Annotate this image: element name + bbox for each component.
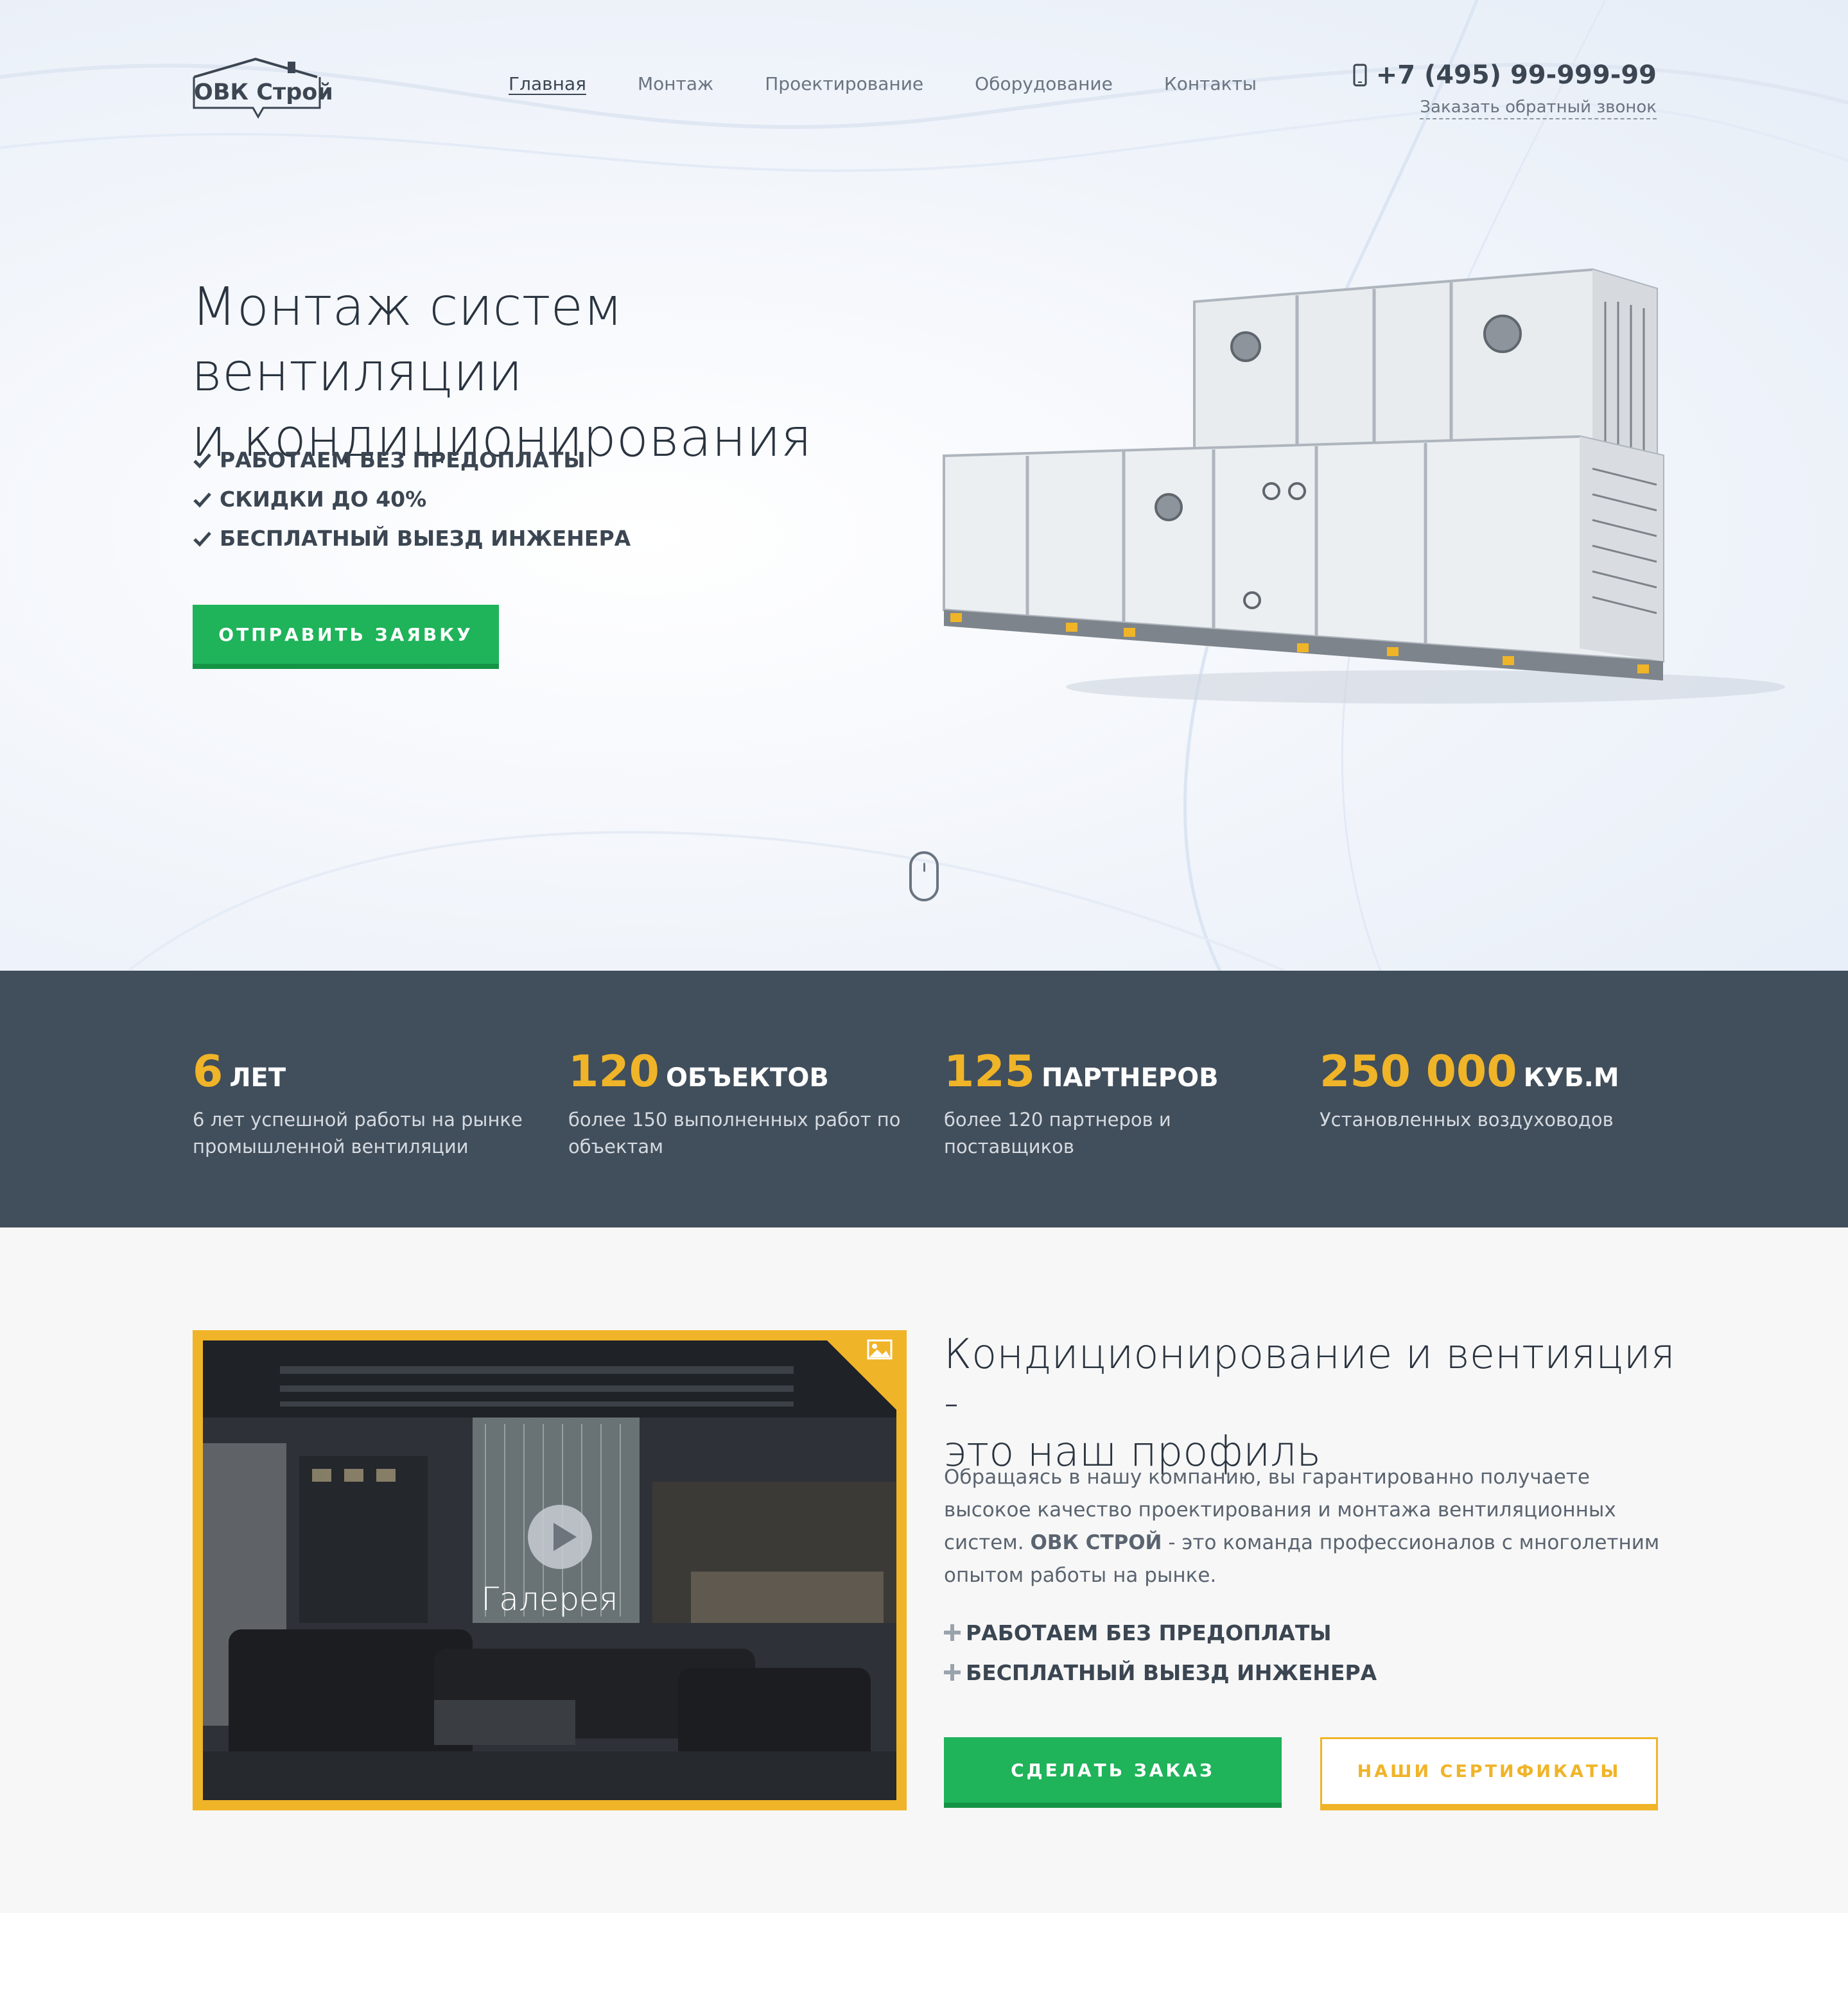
gallery-interior-image	[203, 1340, 896, 1800]
hero-benefit-item: РАБОТАЕМ БЕЗ ПРЕДОПЛАТЫ	[193, 440, 631, 480]
image-icon	[867, 1339, 893, 1360]
logo[interactable]: ОВК Строй	[191, 57, 333, 119]
mobile-phone-icon	[1353, 64, 1367, 87]
nav-item-installation[interactable]: Монтаж	[638, 73, 713, 94]
stat-unit: ЛЕТ	[229, 1063, 286, 1093]
stat-number: 125	[944, 1046, 1035, 1097]
hero-benefits-list: РАБОТАЕМ БЕЗ ПРЕДОПЛАТЫ СКИДКИ ДО 40% БЕ…	[193, 440, 631, 558]
stat-item: 250 000 КУБ.М Установленных воздуховодов	[1320, 1046, 1679, 1133]
logo-text: ОВК Строй	[194, 80, 333, 105]
about-text: Обращаясь в нашу компанию, вы гарантиров…	[944, 1461, 1663, 1592]
stat-unit: ПАРТНЕРОВ	[1041, 1063, 1219, 1093]
stat-head: 125 ПАРТНЕРОВ	[944, 1046, 1303, 1097]
about-title: Кондиционирование и вентияция - это наш …	[944, 1330, 1682, 1477]
hero-section: ОВК Строй Главная Монтаж Проектирование …	[0, 0, 1848, 971]
nav-item-home[interactable]: Главная	[509, 73, 586, 94]
stat-number: 120	[568, 1046, 659, 1097]
stat-item: 6 ЛЕТ 6 лет успешной работы на рынке про…	[193, 1046, 552, 1160]
about-benefit-item: БЕСПЛАТНЫЙ ВЫЕЗД ИНЖЕНЕРА	[944, 1652, 1377, 1692]
callback-link[interactable]: Заказать обратный звонок	[1420, 98, 1657, 119]
stat-head: 250 000 КУБ.М	[1320, 1046, 1679, 1097]
check-icon	[193, 531, 211, 547]
company-name-bold: ОВК СТРОЙ	[1030, 1531, 1162, 1554]
hero-benefit-label: РАБОТАЕМ БЕЗ ПРЕДОПЛАТЫ	[220, 447, 586, 473]
send-request-button[interactable]: ОТПРАВИТЬ ЗАЯВКУ	[193, 605, 499, 669]
nav-item-design[interactable]: Проектирование	[765, 73, 923, 94]
hero-benefit-item: СКИДКИ ДО 40%	[193, 480, 631, 519]
stat-description: более 150 выполненных работ по объектам	[568, 1109, 901, 1158]
stat-item: 125 ПАРТНЕРОВ более 120 партнеров и пост…	[944, 1046, 1303, 1160]
about-benefits-list: РАБОТАЕМ БЕЗ ПРЕДОПЛАТЫ БЕСПЛАТНЫЙ ВЫЕЗД…	[944, 1613, 1377, 1692]
about-benefit-label: РАБОТАЕМ БЕЗ ПРЕДОПЛАТЫ	[966, 1620, 1332, 1645]
about-benefit-item: РАБОТАЕМ БЕЗ ПРЕДОПЛАТЫ	[944, 1613, 1377, 1652]
play-icon[interactable]	[528, 1505, 592, 1569]
stat-number: 6	[193, 1046, 223, 1097]
plus-icon	[944, 1664, 961, 1681]
hero-benefit-item: БЕСПЛАТНЫЙ ВЫЕЗД ИНЖЕНЕРА	[193, 519, 631, 558]
hero-title-line1: Монтаж систем вентиляции	[191, 277, 623, 403]
scroll-down-mouse-icon[interactable]	[909, 851, 939, 901]
phone-number: +7 (495) 99-999-99	[1375, 60, 1657, 90]
header-phone[interactable]: +7 (495) 99-999-99	[1353, 60, 1657, 90]
main-nav: Главная Монтаж Проектирование Оборудован…	[509, 73, 1308, 94]
gallery-preview: Галерея	[203, 1340, 896, 1800]
stat-item: 120 ОБЪЕКТОВ более 150 выполненных работ…	[568, 1046, 928, 1160]
plus-icon	[944, 1624, 961, 1641]
stat-unit: КУБ.М	[1523, 1063, 1619, 1093]
make-order-button[interactable]: СДЕЛАТЬ ЗАКАЗ	[944, 1737, 1282, 1808]
stat-head: 6 ЛЕТ	[193, 1046, 552, 1097]
stat-unit: ОБЪЕКТОВ	[665, 1063, 829, 1093]
nav-item-contacts[interactable]: Контакты	[1164, 73, 1257, 94]
check-icon	[193, 492, 211, 508]
gallery-video[interactable]: Галерея	[193, 1330, 907, 1810]
stats-section: 6 ЛЕТ 6 лет успешной работы на рынке про…	[0, 971, 1848, 1227]
about-section: Галерея Кондиционирование и вентияция - …	[0, 1227, 1848, 1913]
stat-description: Установленных воздуховодов	[1320, 1109, 1614, 1131]
hero-benefit-label: СКИДКИ ДО 40%	[220, 487, 427, 512]
about-benefit-label: БЕСПЛАТНЫЙ ВЫЕЗД ИНЖЕНЕРА	[966, 1660, 1377, 1685]
gallery-label: Галерея	[481, 1581, 618, 1618]
certificates-button[interactable]: НАШИ СЕРТИФИКАТЫ	[1320, 1737, 1658, 1810]
stat-description: более 120 партнеров и поставщиков	[944, 1109, 1171, 1158]
nav-item-equipment[interactable]: Оборудование	[975, 73, 1113, 94]
check-icon	[193, 453, 211, 469]
hero-benefit-label: БЕСПЛАТНЫЙ ВЫЕЗД ИНЖЕНЕРА	[220, 526, 631, 551]
ventilation-unit-image	[943, 268, 1785, 704]
stat-head: 120 ОБЪЕКТОВ	[568, 1046, 928, 1097]
stat-number: 250 000	[1320, 1046, 1517, 1097]
stat-description: 6 лет успешной работы на рынке промышлен…	[193, 1109, 523, 1158]
gallery-corner	[817, 1330, 907, 1420]
about-title-line1: Кондиционирование и вентияция -	[944, 1331, 1675, 1427]
